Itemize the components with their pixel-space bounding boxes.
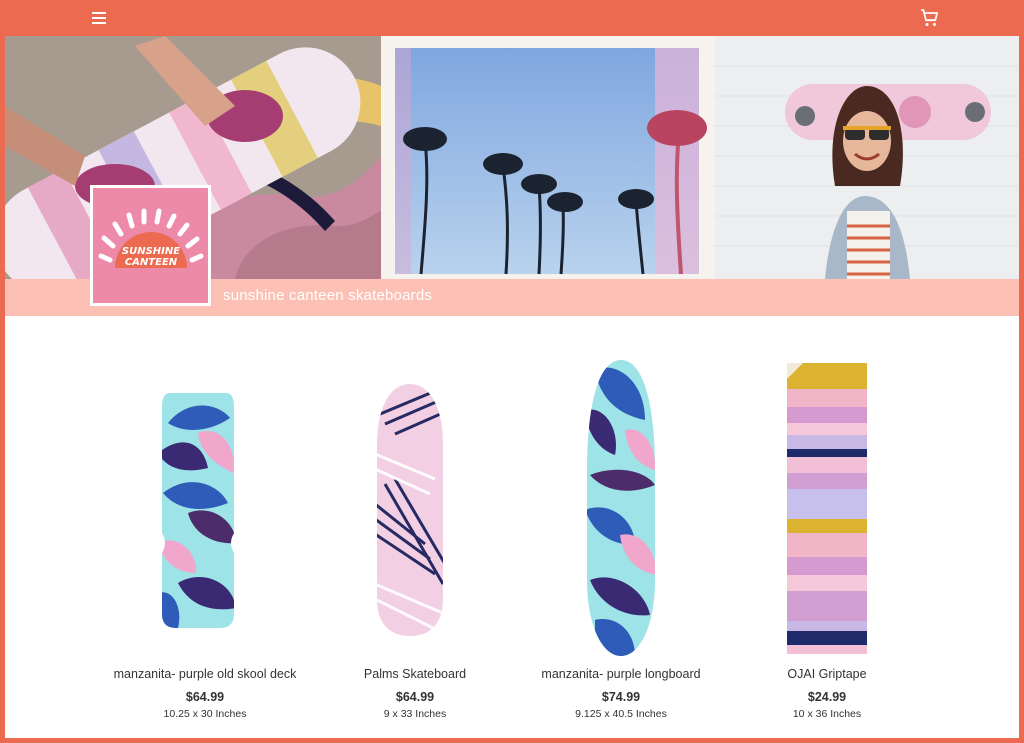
- svg-text:CANTEEN: CANTEEN: [125, 257, 178, 268]
- hero-image-woman-skateboard: [715, 36, 1019, 279]
- product-card[interactable]: OJAI Griptape $24.99 10 x 36 Inches: [717, 316, 937, 738]
- product-name[interactable]: manzanita- purple longboard: [511, 667, 731, 681]
- top-app-bar: [0, 0, 1024, 36]
- product-name[interactable]: Palms Skateboard: [305, 667, 525, 681]
- product-image-old-skool-deck: [162, 393, 234, 628]
- product-name[interactable]: OJAI Griptape: [717, 667, 937, 681]
- store-logo[interactable]: SUNSHINE CANTEEN: [90, 185, 211, 306]
- product-image-griptape: [787, 363, 867, 654]
- product-size: 9.125 x 40.5 Inches: [575, 708, 667, 720]
- product-name[interactable]: manzanita- purple old skool deck: [95, 667, 315, 681]
- product-size: 10 x 36 Inches: [792, 708, 862, 720]
- sun-logo-icon: SUNSHINE CANTEEN: [93, 188, 208, 303]
- product-size: 9 x 33 Inches: [383, 708, 447, 720]
- shopping-cart-icon[interactable]: [918, 6, 942, 30]
- product-size: 10.25 x 30 Inches: [163, 708, 247, 720]
- product-card[interactable]: Palms Skateboard $64.99 9 x 33 Inches: [305, 316, 525, 738]
- product-price: $24.99: [807, 690, 847, 704]
- hero-image-palm-trees: [381, 36, 715, 279]
- product-card[interactable]: manzanita- purple old skool deck $64.99 …: [95, 316, 315, 738]
- store-page: sunshine canteen skateboards SUNSHINE CA…: [5, 36, 1019, 738]
- product-card[interactable]: manzanita- purple longboard $74.99 9.125…: [511, 316, 731, 738]
- product-grid: manzanita- purple old skool deck $64.99 …: [5, 316, 1019, 738]
- product-price: $74.99: [601, 690, 641, 704]
- store-name: sunshine canteen skateboards: [223, 287, 433, 304]
- product-price: $64.99: [395, 690, 435, 704]
- hamburger-menu-icon[interactable]: [88, 7, 110, 29]
- product-image-palms-skateboard: [377, 384, 443, 636]
- svg-text:SUNSHINE: SUNSHINE: [122, 246, 180, 257]
- product-image-longboard: [587, 360, 655, 656]
- product-price: $64.99: [185, 690, 225, 704]
